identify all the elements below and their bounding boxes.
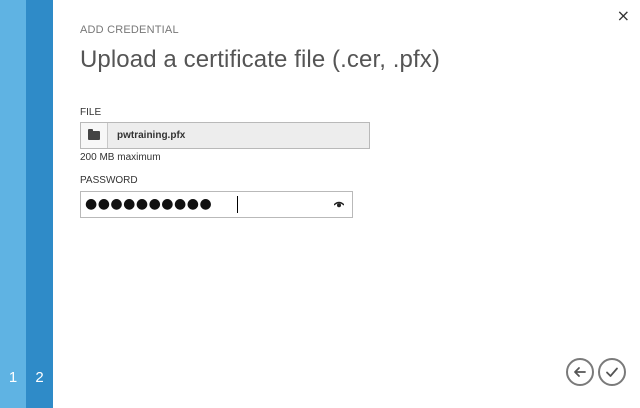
folder-icon [88,129,100,140]
page-title: Upload a certificate file (.cer, .pfx) [80,46,440,73]
eye-icon[interactable] [334,201,344,208]
password-label: PASSWORD [80,175,138,186]
file-size-hint: 200 MB maximum [80,152,161,163]
password-field[interactable]: ●●●●●●●●●● [80,191,353,218]
file-name: pwtraining.pfx [117,130,186,141]
step-number-1: 1 [8,369,18,386]
text-caret [237,196,238,213]
step-number-2: 2 [35,369,44,386]
browse-file-button[interactable] [81,123,108,148]
password-value: ●●●●●●●●●● [85,196,213,212]
back-button[interactable] [566,358,594,386]
wizard-step-rail-2: 2 [26,0,53,408]
wizard-step-rail-1: 1 [0,0,26,408]
close-icon[interactable]: × [617,8,630,24]
arrow-left-icon [574,367,586,377]
file-upload-field[interactable]: pwtraining.pfx [80,122,370,149]
checkmark-icon [606,367,618,377]
file-label: FILE [80,107,102,118]
dialog-kicker: ADD CREDENTIAL [80,24,179,36]
complete-button[interactable] [598,358,626,386]
